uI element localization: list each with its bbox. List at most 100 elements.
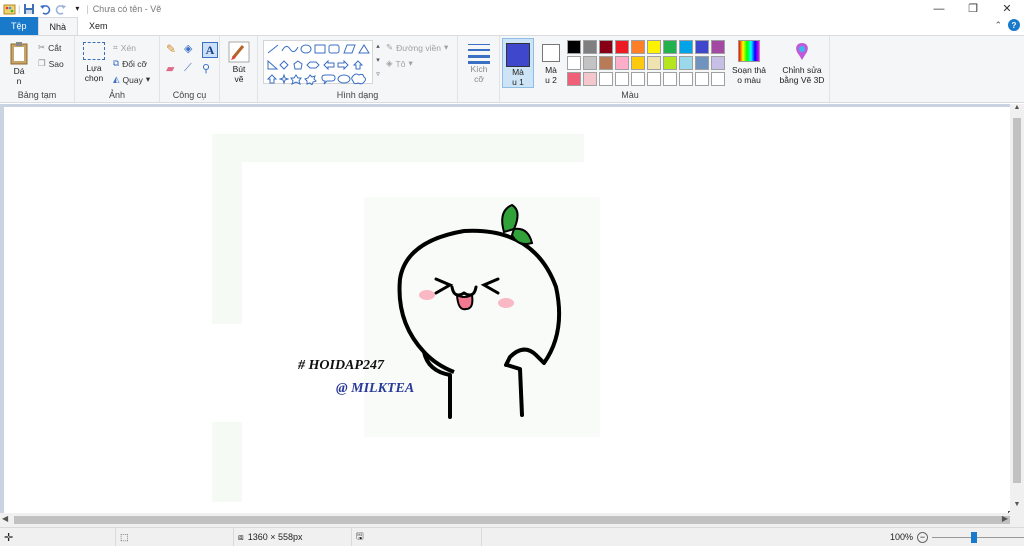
tab-home[interactable]: Nhà	[37, 17, 79, 35]
palette-swatch[interactable]	[583, 40, 597, 54]
scissors-icon: ✂	[38, 42, 46, 52]
scroll-down-arrow[interactable]: ▼	[1010, 501, 1024, 513]
palette-swatch[interactable]	[647, 72, 661, 86]
palette-swatch[interactable]	[695, 56, 709, 70]
palette-swatch[interactable]	[567, 72, 581, 86]
size-button[interactable]: Kích cỡ	[465, 42, 493, 84]
paint-app-icon[interactable]	[2, 2, 16, 15]
palette-swatch[interactable]	[647, 56, 661, 70]
select-button[interactable]: Lựa chọn	[80, 42, 108, 83]
tab-view[interactable]: Xem	[78, 17, 119, 35]
palette-swatch[interactable]	[695, 40, 709, 54]
collapse-ribbon-icon[interactable]: ⌃	[994, 20, 1002, 31]
zoom-out-button[interactable]: −	[917, 531, 929, 543]
palette-swatch[interactable]	[711, 72, 725, 86]
magnifier-icon[interactable]: ⚲	[202, 62, 218, 75]
palette-swatch[interactable]	[567, 56, 581, 70]
fill-button[interactable]: ◈ Tô ▾	[386, 58, 413, 69]
file-size: 🖫	[352, 528, 482, 546]
palette-swatch[interactable]	[583, 56, 597, 70]
scroll-left-arrow[interactable]: ◀	[2, 514, 8, 523]
scroll-right-arrow[interactable]: ▶	[1002, 514, 1008, 523]
edit-paint3d-button[interactable]: Chỉnh sửa bằng Vẽ 3D	[776, 40, 828, 85]
shapes-gallery[interactable]	[263, 40, 373, 86]
palette-swatch[interactable]	[679, 72, 693, 86]
zoom-level: 100%	[890, 532, 914, 542]
text-icon[interactable]: A	[202, 42, 218, 58]
outline-icon: ✎	[386, 42, 394, 52]
vertical-scroll-thumb[interactable]	[1013, 118, 1021, 483]
palette-swatch[interactable]	[679, 40, 693, 54]
chevron-down-icon: ▾	[408, 58, 413, 68]
resize-label: Đổi cỡ	[122, 58, 148, 69]
palette-swatch[interactable]	[583, 72, 597, 86]
maximize-button[interactable]: ❐	[956, 0, 990, 17]
customize-toolbar-icon[interactable]: ▾	[70, 2, 84, 15]
redo-icon[interactable]	[54, 2, 68, 15]
palette-swatch[interactable]	[663, 40, 677, 54]
close-button[interactable]: ✕	[990, 0, 1024, 17]
edit-colors-button[interactable]: Soạn thả o màu	[728, 40, 770, 85]
palette-swatch[interactable]	[599, 40, 613, 54]
vertical-scrollbar[interactable]: ▲ ▼	[1010, 104, 1024, 513]
drawing-canvas[interactable]: # HOIDAP247 @ MILKTEA	[4, 107, 1013, 516]
palette-swatch[interactable]	[711, 56, 725, 70]
color-picker-icon[interactable]: ⟋	[184, 62, 200, 75]
cursor-position: ✛	[0, 528, 116, 546]
group-image: Lựa chọn ⌗ Xén ⧉ Đổi cỡ ◭ Quay ▾ Ảnh	[75, 36, 160, 102]
crop-label: Xén	[120, 42, 136, 53]
outline-button[interactable]: ✎ Đường viền ▾	[386, 42, 448, 53]
shapes-icons	[266, 44, 370, 86]
cut-button[interactable]: ✂ Cắt	[38, 42, 61, 53]
copy-label: Sao	[48, 58, 64, 69]
color2-label: Mà u 2	[545, 65, 557, 85]
zoom-slider[interactable]	[932, 531, 1024, 543]
rotate-button[interactable]: ◭ Quay ▾	[113, 74, 150, 85]
color2-button[interactable]: Mà u 2	[538, 38, 564, 85]
zoom-slider-thumb[interactable]	[971, 531, 978, 543]
right-blush	[498, 298, 514, 308]
copy-button[interactable]: ❐ Sao	[38, 58, 64, 69]
palette-swatch[interactable]	[695, 72, 709, 86]
undo-icon[interactable]	[38, 2, 52, 15]
minimize-button[interactable]: —	[922, 0, 956, 17]
palette-swatch[interactable]	[631, 40, 645, 54]
palette-swatch[interactable]	[711, 40, 725, 54]
crop-button[interactable]: ⌗ Xén	[113, 42, 136, 53]
shapes-scroll[interactable]: ▴ ▾ ▿	[374, 40, 382, 84]
palette-swatch[interactable]	[631, 56, 645, 70]
palette-swatch[interactable]	[679, 56, 693, 70]
palette-swatch[interactable]	[663, 56, 677, 70]
paste-button[interactable]: Dá n	[6, 40, 32, 86]
horizontal-scrollbar[interactable]: ◀ ▶	[0, 513, 1024, 527]
horizontal-scroll-thumb[interactable]	[14, 516, 1010, 524]
group-size: Kích cỡ	[458, 36, 500, 102]
brushes-button[interactable]: Bút vẽ	[225, 40, 253, 84]
chevron-down-icon: ▾	[443, 42, 449, 52]
tab-file[interactable]: Tệp	[0, 17, 38, 35]
fill-icon: ◈	[386, 58, 393, 68]
palette-swatch[interactable]	[615, 56, 629, 70]
pencil-icon[interactable]: ✎	[166, 42, 182, 58]
window-title: Chưa có tên - Vẽ	[92, 3, 162, 14]
save-icon[interactable]	[22, 2, 36, 15]
palette-swatch[interactable]	[663, 72, 677, 86]
resize-button[interactable]: ⧉ Đổi cỡ	[113, 58, 147, 69]
palette-swatch[interactable]	[631, 72, 645, 86]
eraser-icon[interactable]: ▰	[166, 62, 182, 75]
palette-swatch[interactable]	[615, 72, 629, 86]
palette-swatch[interactable]	[599, 72, 613, 86]
palette-swatch[interactable]	[615, 40, 629, 54]
help-button[interactable]: ?	[1008, 19, 1020, 31]
size-label: Kích cỡ	[470, 64, 488, 84]
palette-swatch[interactable]	[567, 40, 581, 54]
scroll-up-arrow[interactable]: ▲	[1010, 104, 1024, 116]
palette-swatch[interactable]	[647, 40, 661, 54]
palette-swatch[interactable]	[599, 56, 613, 70]
selection-size: ⬚	[116, 528, 234, 546]
drawing: # HOIDAP247 @ MILKTEA	[212, 134, 600, 502]
watermark-hoidap: # HOIDAP247	[297, 358, 385, 373]
fill-bucket-icon[interactable]: ◈	[184, 42, 200, 58]
color1-button[interactable]: Mà u 1	[502, 38, 534, 88]
watermark-milktea: @ MILKTEA	[336, 381, 414, 396]
